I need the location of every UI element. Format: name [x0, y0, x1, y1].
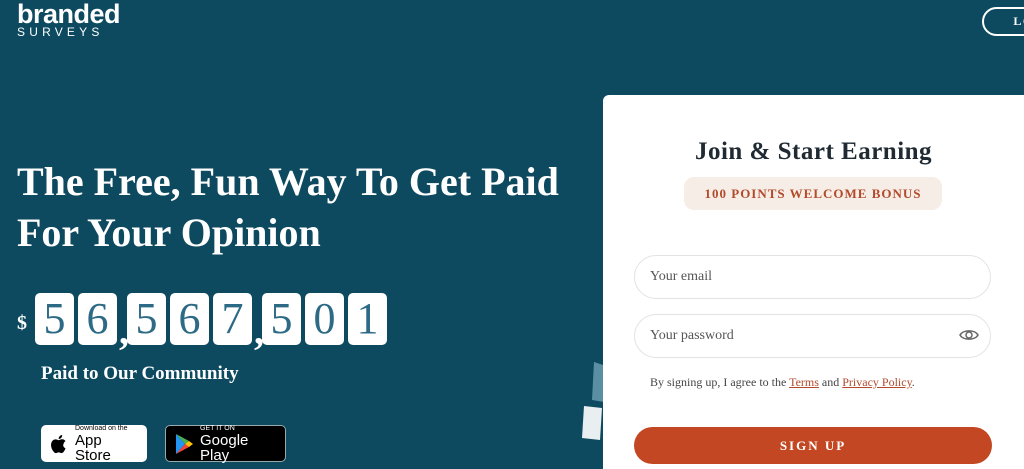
signup-card: Join & Start Earning 100 POINTS WELCOME … [603, 95, 1024, 469]
terms-prefix: By signing up, I agree to the [650, 375, 790, 389]
app-store-badge[interactable]: Download on the App Store [41, 425, 147, 463]
counter-separator: , [254, 308, 264, 353]
apple-icon [51, 434, 66, 453]
counter-digit: 1 [348, 293, 387, 345]
google-play-big: Google Play [200, 431, 249, 464]
payout-counter: $ 5 6 , 5 6 7 , 5 0 1 [17, 293, 391, 351]
brand-logo-text: branded [17, 0, 121, 29]
privacy-policy-link[interactable]: Privacy Policy [842, 375, 912, 389]
counter-separator: , [119, 308, 129, 353]
counter-digit: 7 [213, 293, 252, 345]
counter-caption: Paid to Our Community [41, 363, 239, 384]
app-store-small: Download on the [75, 424, 128, 432]
counter-digit: 6 [170, 293, 209, 345]
counter-digit: 5 [127, 293, 166, 345]
app-store-big: App Store [75, 431, 111, 464]
google-play-icon [176, 433, 193, 454]
eye-icon[interactable] [959, 327, 979, 343]
counter-digit: 5 [35, 293, 74, 345]
email-input[interactable] [634, 255, 991, 299]
terms-text: By signing up, I agree to the Terms and … [650, 375, 915, 390]
welcome-bonus-badge: 100 POINTS WELCOME BONUS [684, 177, 942, 210]
login-button[interactable]: LOG [982, 7, 1024, 36]
counter-digit: 0 [305, 293, 344, 345]
google-play-badge[interactable]: GET IT ON Google Play [165, 425, 286, 463]
terms-link[interactable]: Terms [789, 375, 819, 389]
google-play-text: GET IT ON Google Play [200, 425, 277, 463]
signup-title: Join & Start Earning [694, 138, 933, 165]
password-input[interactable] [634, 314, 991, 358]
hero-title: The Free, Fun Way To Get Paid For Your O… [17, 159, 559, 255]
counter-digit: 6 [78, 293, 117, 345]
terms-suffix: . [911, 375, 915, 389]
currency-symbol: $ [17, 312, 27, 334]
sign-up-button[interactable]: SIGN UP [634, 427, 992, 464]
terms-and: and [818, 375, 843, 389]
google-play-small: GET IT ON [200, 424, 235, 432]
brand-logo[interactable]: branded SURVEYS [17, 0, 121, 39]
app-store-text: Download on the App Store [75, 425, 139, 463]
counter-digit: 5 [262, 293, 301, 345]
